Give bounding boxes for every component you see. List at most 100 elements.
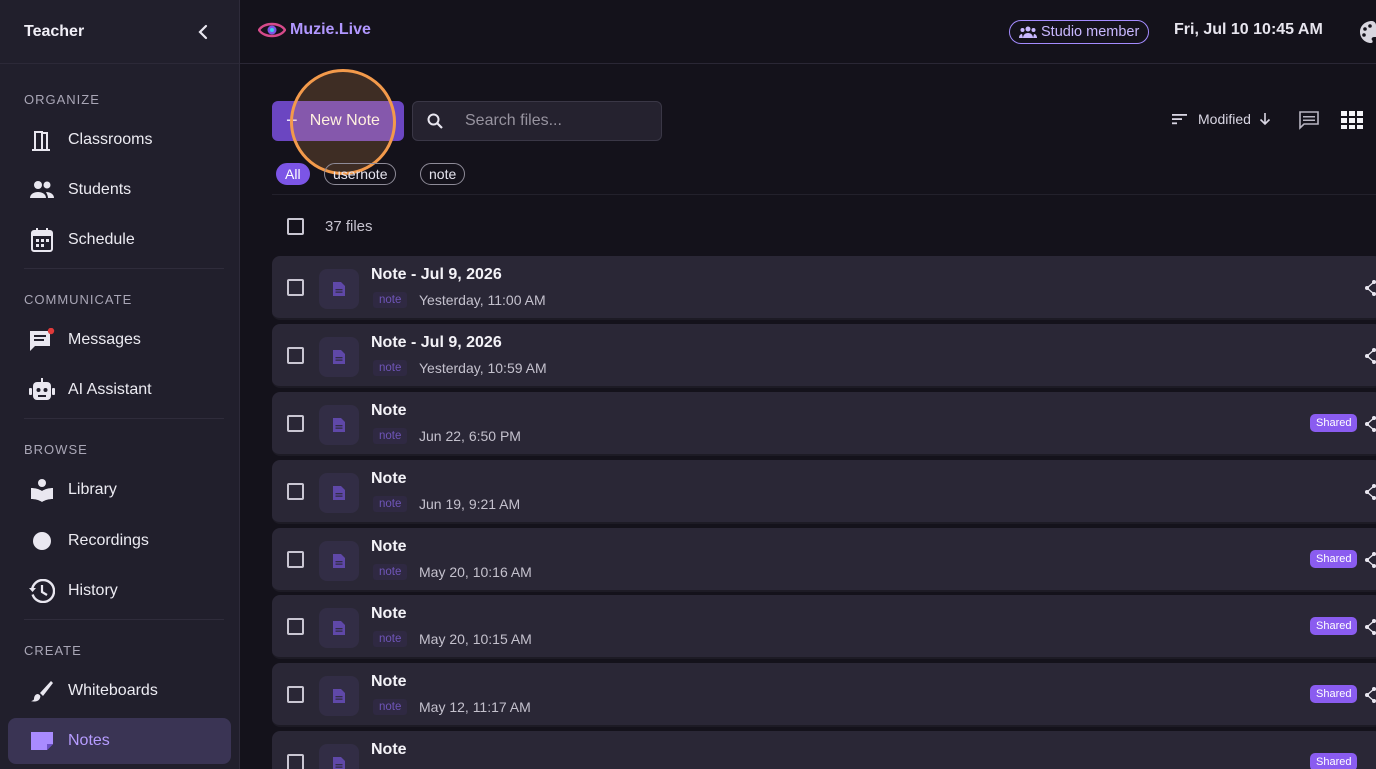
sidebar-item-library[interactable]: Library: [8, 467, 231, 513]
history-icon: [28, 577, 56, 605]
file-row[interactable]: Note note Jun 19, 9:21 AM: [272, 460, 1376, 524]
brand-name: Muzie.Live: [290, 21, 371, 38]
share-icon[interactable]: [1364, 686, 1376, 709]
row-checkbox[interactable]: [287, 618, 304, 635]
sidebar-item-label: Classrooms: [68, 131, 153, 148]
sidebar-divider: [24, 418, 224, 419]
share-icon[interactable]: [1364, 618, 1376, 641]
filter-chip-note[interactable]: note: [420, 163, 466, 185]
share-icon[interactable]: [1364, 483, 1376, 506]
search-box[interactable]: [412, 101, 662, 141]
sidebar-item-history[interactable]: History: [8, 568, 231, 614]
new-note-label: New Note: [309, 112, 380, 129]
file-name: Note - Jul 9, 2026: [371, 266, 502, 283]
section-label-create: CREATE: [24, 643, 82, 658]
sidebar-item-students[interactable]: Students: [8, 167, 231, 213]
list-view-icon[interactable]: [1298, 110, 1320, 135]
section-label-browse: BROWSE: [24, 442, 88, 457]
row-checkbox[interactable]: [287, 754, 304, 769]
sidebar-item-label: AI Assistant: [68, 381, 152, 398]
sidebar-title: Teacher: [24, 22, 85, 40]
file-name: Note: [371, 605, 407, 622]
sidebar-item-messages[interactable]: Messages: [8, 317, 231, 363]
file-name: Note - Jul 9, 2026: [371, 334, 502, 351]
document-icon: [319, 676, 359, 716]
sidebar-item-ai-assistant[interactable]: AI Assistant: [8, 367, 231, 413]
section-label-organize: ORGANIZE: [24, 92, 100, 107]
file-date: May 20, 10:15 AM: [419, 631, 532, 647]
shared-badge: Shared: [1310, 414, 1358, 432]
file-date: Yesterday, 11:00 AM: [419, 292, 546, 308]
sidebar-item-recordings[interactable]: Recordings: [8, 518, 231, 564]
file-row[interactable]: Note note Jun 22, 6:50 PM Shared: [272, 392, 1376, 456]
file-row[interactable]: Note note May 20, 10:15 AM Shared: [272, 595, 1376, 659]
eye-logo-icon: [258, 22, 286, 38]
row-checkbox[interactable]: [287, 551, 304, 568]
file-row[interactable]: Note - Jul 9, 2026 note Yesterday, 10:59…: [272, 324, 1376, 388]
search-input[interactable]: [465, 112, 645, 130]
document-icon: [319, 337, 359, 377]
sidebar-item-notes[interactable]: Notes: [8, 718, 231, 764]
file-tag: note: [373, 292, 408, 308]
file-tag: note: [373, 496, 408, 512]
row-checkbox[interactable]: [287, 686, 304, 703]
file-tag: note: [373, 631, 408, 647]
file-name: Note: [371, 470, 407, 487]
file-tag: note: [373, 360, 408, 376]
section-label-communicate: COMMUNICATE: [24, 292, 133, 307]
row-checkbox[interactable]: [287, 347, 304, 364]
sidebar-item-label: History: [68, 582, 118, 599]
record-icon: [28, 527, 56, 555]
file-row[interactable]: Note note May 20, 10:16 AM Shared: [272, 528, 1376, 592]
row-checkbox[interactable]: [287, 415, 304, 432]
file-date: Jun 19, 9:21 AM: [419, 496, 521, 512]
plus-icon: +: [286, 109, 298, 132]
file-date: May 12, 11:17 AM: [419, 699, 531, 715]
grid-view-icon[interactable]: [1341, 110, 1363, 135]
sidebar-item-schedule[interactable]: Schedule: [8, 217, 231, 263]
file-row[interactable]: Note - Jul 9, 2026 note Yesterday, 11:00…: [272, 256, 1376, 320]
membership-badge[interactable]: Studio member: [1009, 20, 1150, 44]
shared-badge: Shared: [1310, 617, 1358, 635]
palette-icon[interactable]: [1360, 20, 1376, 49]
row-checkbox[interactable]: [287, 483, 304, 500]
new-note-button[interactable]: + New Note: [272, 101, 404, 141]
file-row[interactable]: Note note May 12, 11:17 AM Shared: [272, 663, 1376, 727]
sidebar-item-whiteboards[interactable]: Whiteboards: [8, 668, 231, 714]
brush-icon: [28, 677, 56, 705]
search-icon: [427, 113, 443, 129]
book-icon: [28, 476, 56, 504]
file-tag: note: [373, 564, 408, 580]
sidebar-item-label: Messages: [68, 331, 141, 348]
note-icon: [28, 727, 56, 755]
share-icon[interactable]: [1364, 551, 1376, 574]
arrow-down-icon: [1259, 113, 1270, 126]
shared-badge: Shared: [1310, 685, 1358, 703]
sidebar-item-label: Recordings: [68, 532, 149, 549]
door-icon: [28, 126, 56, 154]
current-datetime: Fri, Jul 10 10:45 AM: [1174, 21, 1323, 38]
collapse-sidebar-button[interactable]: [191, 20, 215, 44]
sidebar-item-label: Library: [68, 481, 117, 498]
document-icon: [319, 608, 359, 648]
sort-control[interactable]: Modified: [1172, 111, 1271, 127]
file-row[interactable]: Note Shared: [272, 731, 1376, 769]
select-all-checkbox[interactable]: [287, 218, 304, 235]
sidebar-item-label: Whiteboards: [68, 682, 158, 699]
share-icon[interactable]: [1364, 279, 1376, 302]
row-checkbox[interactable]: [287, 279, 304, 296]
sidebar: Teacher ORGANIZE Classrooms Students Sch…: [0, 0, 240, 769]
brand-logo[interactable]: Muzie.Live: [258, 20, 371, 40]
file-date: May 20, 10:16 AM: [419, 564, 532, 580]
sort-lines-icon: [1172, 114, 1187, 125]
file-tag: note: [373, 699, 408, 715]
membership-label: Studio member: [1041, 24, 1140, 40]
filter-chip-all[interactable]: All: [276, 163, 310, 185]
share-icon[interactable]: [1364, 415, 1376, 438]
document-icon: [319, 541, 359, 581]
filter-chip-usernote[interactable]: usernote: [324, 163, 397, 185]
sidebar-item-classrooms[interactable]: Classrooms: [8, 117, 231, 163]
document-icon: [319, 405, 359, 445]
file-name: Note: [371, 538, 407, 555]
share-icon[interactable]: [1364, 347, 1376, 370]
